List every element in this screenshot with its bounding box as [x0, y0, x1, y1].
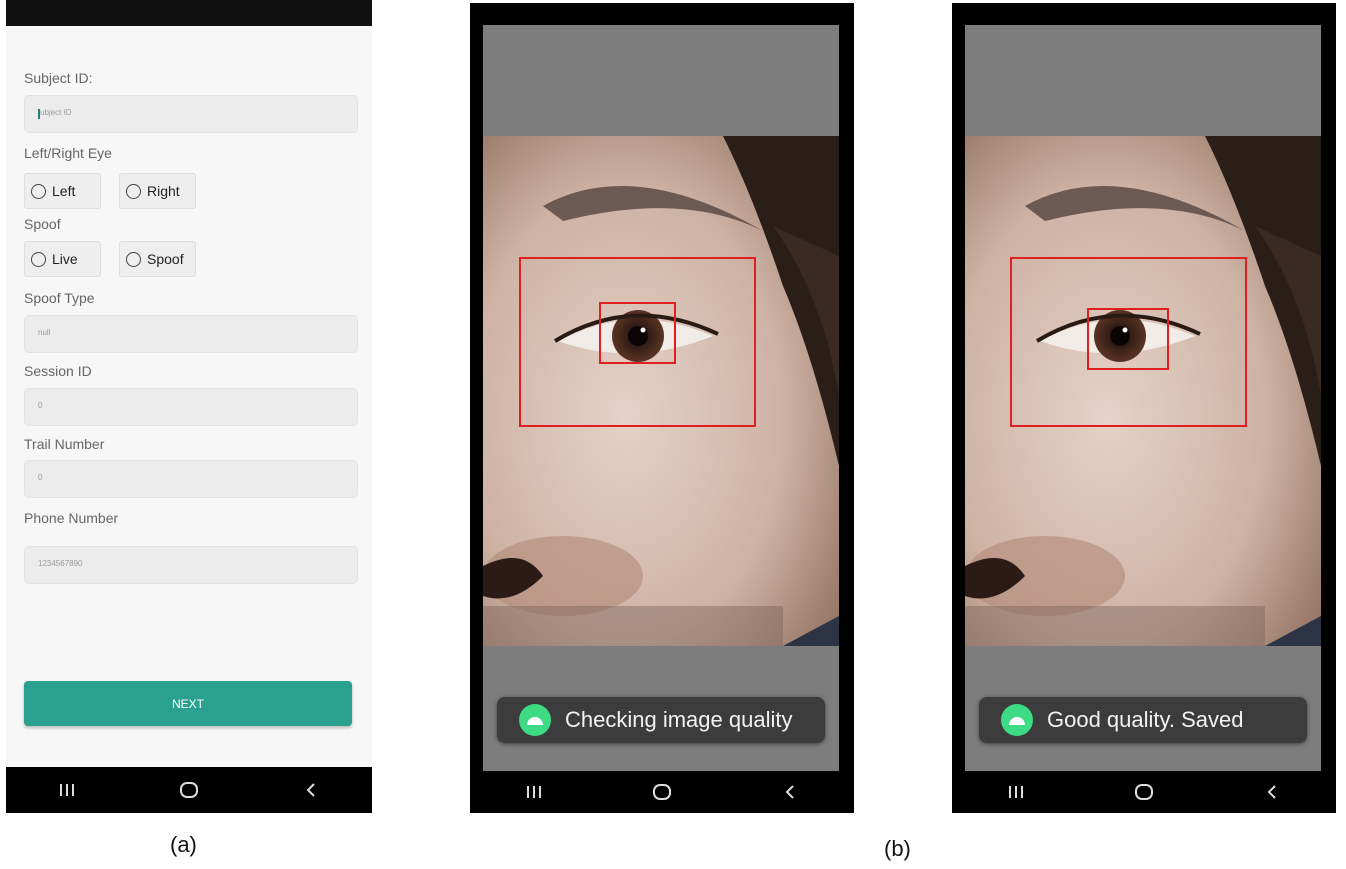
iris-box [1087, 308, 1169, 370]
subject-id-input[interactable]: ubject ID [24, 95, 358, 133]
recents-icon[interactable] [514, 777, 554, 807]
android-app-icon [519, 704, 551, 736]
camera-screen: Good quality. Saved [965, 25, 1321, 771]
subject-id-label: Subject ID: [24, 70, 93, 86]
eye-label: Left/Right Eye [24, 145, 112, 161]
home-icon[interactable] [1124, 777, 1164, 807]
radio-left-label: Left [52, 183, 76, 199]
trail-number-value: 0 [38, 473, 43, 482]
phone-number-label: Phone Number [24, 510, 119, 526]
camera-screen: Checking image quality [483, 25, 839, 771]
spoof-type-input[interactable]: null [24, 315, 358, 353]
phone-number-input[interactable]: 1234567890 [24, 546, 358, 584]
next-button[interactable]: NEXT [24, 681, 352, 726]
android-nav-bar [952, 771, 1336, 813]
android-nav-bar [470, 771, 854, 813]
radio-circle-icon [126, 251, 141, 267]
back-icon[interactable] [770, 777, 810, 807]
spoof-type-value: null [38, 328, 51, 337]
radio-live-label: Live [52, 251, 78, 267]
back-icon[interactable] [291, 775, 331, 805]
home-icon[interactable] [642, 777, 682, 807]
iris-box [599, 302, 676, 364]
status-toast: Good quality. Saved [979, 697, 1307, 743]
radio-spoof-label: Spoof [147, 251, 184, 267]
spoof-label: Spoof [24, 216, 61, 232]
form-phone-screen: Subject ID: ubject ID Left/Right Eye Lef… [6, 0, 372, 813]
radio-live[interactable]: Live [24, 241, 101, 277]
spoof-type-label: Spoof Type [24, 290, 95, 306]
session-id-label: Session ID [24, 363, 92, 379]
trail-number-input[interactable]: 0 [24, 460, 358, 498]
status-toast: Checking image quality [497, 697, 825, 743]
subject-id-placeholder: ubject ID [40, 108, 72, 117]
back-icon[interactable] [1252, 777, 1292, 807]
radio-spoof[interactable]: Spoof [119, 241, 196, 277]
trail-number-label: Trail Number [24, 436, 105, 452]
recents-icon[interactable] [47, 775, 87, 805]
recents-icon[interactable] [996, 777, 1036, 807]
radio-right[interactable]: Right [119, 173, 196, 209]
android-app-icon [1001, 704, 1033, 736]
radio-circle-icon [31, 183, 46, 199]
phone-number-value: 1234567890 [38, 559, 83, 568]
radio-circle-icon [126, 183, 141, 199]
toast-text: Checking image quality [565, 707, 793, 732]
session-id-value: 0 [38, 401, 43, 410]
status-bar [6, 0, 372, 26]
camera-phone-checking: Checking image quality [470, 3, 854, 813]
caption-a: (a) [170, 832, 197, 857]
home-icon[interactable] [169, 775, 209, 805]
radio-circle-icon [31, 251, 46, 267]
radio-right-label: Right [147, 183, 180, 199]
caption-b: (b) [884, 836, 911, 861]
session-id-input[interactable]: 0 [24, 388, 358, 426]
android-nav-bar [6, 767, 372, 813]
toast-text: Good quality. Saved [1047, 707, 1244, 732]
camera-phone-saved: Good quality. Saved [952, 3, 1336, 813]
radio-left[interactable]: Left [24, 173, 101, 209]
